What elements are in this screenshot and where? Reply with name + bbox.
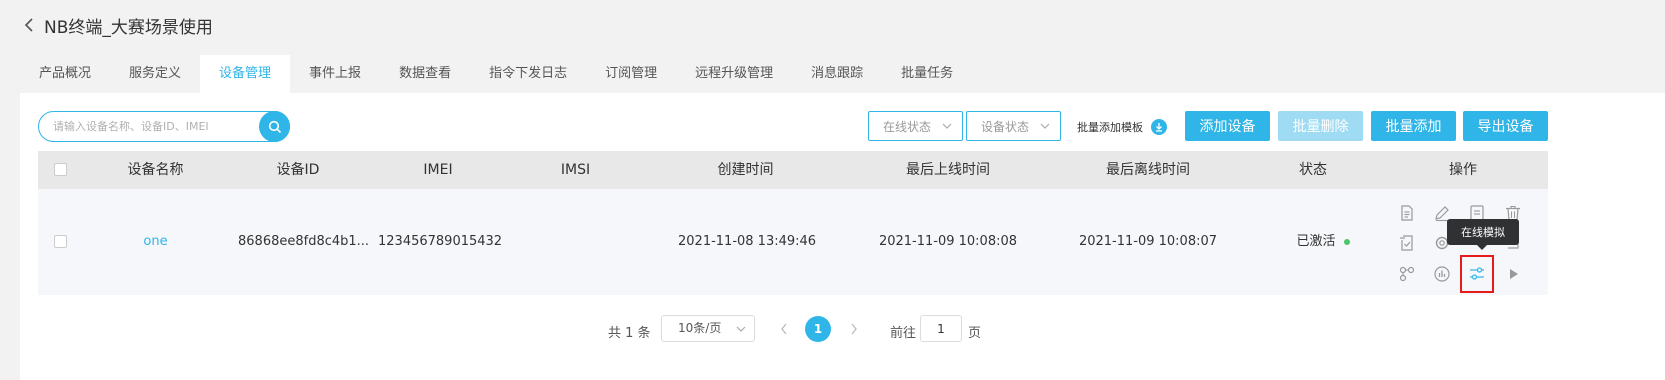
tab-device-management[interactable]: 设备管理 <box>200 55 291 93</box>
export-device-button[interactable]: 导出设备 <box>1463 111 1548 141</box>
chevron-down-icon <box>1040 123 1050 129</box>
tab-command-log[interactable]: 指令下发日志 <box>470 55 586 93</box>
col-actions: 操作 <box>1449 162 1477 178</box>
last-online-cell: 2021-11-09 10:08:08 <box>878 234 1018 249</box>
select-all-checkbox[interactable] <box>54 163 67 176</box>
page-size-select[interactable]: 10条/页 <box>661 315 755 342</box>
row-actions <box>1375 201 1520 293</box>
device-name-link[interactable]: one <box>98 189 213 295</box>
col-imsi: IMSI <box>560 162 591 178</box>
batch-delete-button[interactable]: 批量删除 <box>1278 111 1363 141</box>
col-imei: IMEI <box>423 162 453 178</box>
online-status-select[interactable]: 在线状态 <box>868 111 963 141</box>
goto-page-input[interactable] <box>920 315 962 342</box>
page-number-current[interactable]: 1 <box>805 316 831 342</box>
topology-icon[interactable] <box>1397 264 1417 284</box>
status-dot-icon <box>1343 238 1350 245</box>
last-offline-cell: 2021-11-09 10:08:07 <box>1078 234 1218 249</box>
tab-message-trace[interactable]: 消息跟踪 <box>792 55 882 93</box>
tooltip: 在线模拟 <box>1447 219 1519 250</box>
batch-add-button[interactable]: 批量添加 <box>1371 111 1456 141</box>
device-id-cell: 86868ee8fd8c4b1... <box>238 234 370 249</box>
tab-product-overview[interactable]: 产品概况 <box>20 55 110 93</box>
prev-page-icon[interactable] <box>777 320 791 338</box>
imsi-cell <box>523 189 628 295</box>
batch-template-label: 批量添加模板 <box>1077 121 1143 134</box>
command-icon[interactable] <box>1397 233 1417 253</box>
col-last-offline: 最后离线时间 <box>1106 162 1190 178</box>
page-header: NB终端_大赛场景使用 <box>0 0 1665 50</box>
play-icon[interactable] <box>1503 264 1523 284</box>
col-created-time: 创建时间 <box>717 162 774 178</box>
status-label: 已激活 <box>1296 234 1336 249</box>
tab-bar: 产品概况 服务定义 设备管理 事件上报 数据查看 指令下发日志 订阅管理 远程升… <box>20 55 1665 93</box>
pagination: 共 1 条 10条/页 1 前往 页 <box>20 315 1665 345</box>
tab-subscription[interactable]: 订阅管理 <box>586 55 676 93</box>
back-arrow-icon[interactable] <box>20 15 38 35</box>
goto-unit-label: 页 <box>968 326 982 341</box>
batch-template-link[interactable]: 批量添加模板 <box>1077 119 1167 135</box>
tab-service-definition[interactable]: 服务定义 <box>110 55 200 93</box>
chart-icon[interactable] <box>1432 264 1452 284</box>
col-status: 状态 <box>1299 162 1327 178</box>
tab-data-view[interactable]: 数据查看 <box>380 55 470 93</box>
online-simulation-icon[interactable] <box>1460 255 1494 293</box>
search-icon[interactable] <box>259 111 290 142</box>
tab-batch-task[interactable]: 批量任务 <box>882 55 972 93</box>
col-device-name: 设备名称 <box>127 162 184 178</box>
row-checkbox[interactable] <box>54 235 67 248</box>
add-device-button[interactable]: 添加设备 <box>1185 111 1270 141</box>
table-header: 设备名称 设备ID IMEI IMSI 创建时间 最后上线时间 最后离线时间 状… <box>38 151 1548 189</box>
device-status-select-label: 设备状态 <box>981 119 1030 134</box>
chevron-down-icon <box>736 326 746 332</box>
download-icon[interactable] <box>1151 119 1167 135</box>
search-box <box>38 111 290 142</box>
created-time-cell: 2021-11-08 13:49:46 <box>678 234 817 249</box>
next-page-icon[interactable] <box>847 320 861 338</box>
table-row: one 86868ee8fd8c4b1... 123456789015432 2… <box>38 189 1548 295</box>
detail-icon[interactable] <box>1397 203 1417 223</box>
col-last-online: 最后上线时间 <box>906 162 990 178</box>
goto-label: 前往 <box>890 326 917 341</box>
online-status-select-label: 在线状态 <box>883 119 932 134</box>
search-input[interactable] <box>53 120 253 133</box>
page-title: NB终端_大赛场景使用 <box>44 17 213 38</box>
status-badge: 已激活 <box>1278 189 1368 295</box>
total-count: 共 1 条 <box>608 326 651 341</box>
imei-cell: 123456789015432 <box>378 234 503 249</box>
tab-remote-upgrade[interactable]: 远程升级管理 <box>676 55 792 93</box>
device-status-select[interactable]: 设备状态 <box>966 111 1061 141</box>
chevron-down-icon <box>942 123 952 129</box>
tab-event-report[interactable]: 事件上报 <box>290 55 380 93</box>
col-device-id: 设备ID <box>276 162 320 178</box>
page-size-label: 10条/页 <box>678 321 722 335</box>
device-panel: 在线状态 设备状态 批量添加模板 添加设备 批量删除 批量添加 导出设备 设备名… <box>20 93 1665 380</box>
